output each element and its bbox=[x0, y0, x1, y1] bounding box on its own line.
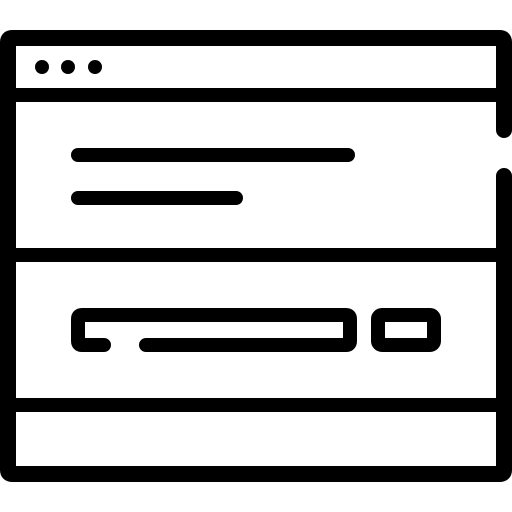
window-dot-icon bbox=[61, 60, 75, 74]
window-dot-icon bbox=[35, 60, 49, 74]
input-field bbox=[71, 308, 357, 352]
browser-window-form-icon bbox=[0, 30, 512, 482]
icon-canvas bbox=[0, 0, 512, 512]
window-dot-icon bbox=[88, 60, 102, 74]
submit-button-outline bbox=[371, 308, 441, 352]
